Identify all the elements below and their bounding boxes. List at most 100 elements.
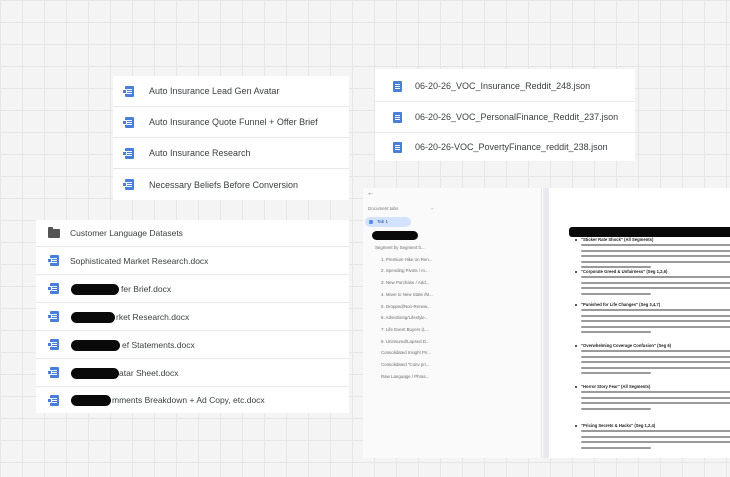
outline-item[interactable]: 5. Dropped/Non-Renew... (381, 304, 431, 309)
text-line (581, 372, 651, 374)
redaction-mark (71, 312, 115, 323)
text-line (581, 325, 730, 328)
json-file-icon (393, 141, 402, 153)
list-item[interactable]: ef Statements.docx (36, 331, 349, 359)
list-item[interactable]: Auto Insurance Lead Gen Avatar (113, 76, 349, 107)
text-line (581, 281, 730, 284)
tab-item[interactable]: Tab 1 (365, 217, 411, 227)
file-name: Auto Insurance Lead Gen Avatar (149, 86, 280, 96)
google-doc-icon (122, 147, 134, 159)
document-page-area: "Sticker Rate Shock" (All Segments) "Corp… (543, 188, 730, 458)
tab-label: Tab 1 (377, 219, 389, 224)
file-name: Necessary Beliefs Before Conversion (149, 179, 299, 190)
google-doc-icon (122, 85, 134, 97)
word-doc-icon (47, 283, 59, 294)
file-name: Auto Insurance Research (149, 148, 251, 158)
file-name: 06-20-26_VOC_PersonalFinance_Reddit_237.… (415, 112, 619, 122)
word-doc-icon (47, 339, 59, 350)
text-line (581, 407, 651, 410)
list-item[interactable]: 06-20-26_VOC_PersonalFinance_Reddit_237.… (375, 102, 635, 133)
text-line (581, 244, 730, 246)
text-line (581, 361, 730, 363)
file-name: Sophisticated Market Research.docx (70, 255, 209, 266)
bullet-heading: "Sticker Rate Shock" (All Segments) (581, 237, 654, 242)
bullet-dot (575, 304, 577, 306)
list-item[interactable]: 06-20-26_VOC_Insurance_Reddit_248.json (375, 71, 635, 102)
text-line (581, 402, 730, 404)
outline-item[interactable]: Segment by Segment b... (375, 245, 425, 250)
folder-icon (48, 226, 60, 238)
outline-item[interactable]: 2. Spending Pivots / In... (381, 268, 429, 273)
outline-menu-icon[interactable]: − (431, 206, 434, 212)
outline-item[interactable]: 7. Life Event Buyers (L... (381, 327, 429, 332)
outline-item[interactable]: Raw Language / Phras... (381, 374, 429, 379)
folder-row[interactable]: Customer Language Datasets (36, 220, 349, 247)
text-line (581, 255, 730, 257)
text-line (581, 366, 730, 369)
json-file-icon (393, 80, 402, 92)
back-arrow-icon[interactable]: ← (367, 190, 374, 197)
outline-item[interactable]: Consolidated Insight Pri... (381, 350, 431, 355)
bullet-heading: "Corporate Greed & Unfairness" (Seg 1,2,… (581, 269, 668, 274)
redaction-mark (372, 231, 418, 240)
bullet-heading: "Punished for Life Changes" (Seg 3,4,7) (581, 302, 661, 307)
word-doc-icon (47, 311, 59, 322)
word-doc-icon (47, 367, 59, 378)
text-line (581, 287, 730, 289)
redaction-mark (71, 395, 111, 406)
list-item[interactable]: Necessary Beliefs Before Conversion (113, 169, 349, 200)
text-line (581, 355, 730, 358)
json-files-card: 06-20-26_VOC_Insurance_Reddit_248.json 0… (375, 69, 635, 161)
bullet-dot (575, 239, 577, 241)
list-item[interactable]: Sophisticated Market Research.docx (36, 247, 349, 275)
file-name: mments Breakdown + Ad Copy, etc.docx (112, 395, 265, 405)
research-docs-card: Auto Insurance Lead Gen Avatar Auto Insu… (113, 76, 349, 200)
outline-item[interactable]: Consolidated "Conv pri... (381, 362, 429, 367)
text-line (581, 391, 730, 393)
text-line (581, 266, 651, 268)
word-doc-icon (47, 255, 59, 266)
list-item[interactable]: 06-20-26-VOC_PovertyFinance_reddit_238.j… (375, 133, 635, 161)
google-doc-icon (122, 179, 134, 190)
outline-header: Document tabs (368, 206, 399, 211)
text-line (581, 430, 730, 432)
file-name: rket Research.docx (116, 311, 190, 322)
bullet-heading: "Pricing Secrets & Hacks" (Seg 1,2,4) (581, 423, 656, 428)
bullet-dot (575, 386, 577, 388)
list-item[interactable]: rket Research.docx (36, 303, 349, 331)
files-card: Customer Language Datasets Sophisticated… (36, 220, 349, 413)
bullet-dot (575, 345, 577, 347)
file-name: atar Sheet.docx (119, 367, 179, 378)
file-name: 06-20-26-VOC_PovertyFinance_reddit_238.j… (415, 142, 608, 152)
redaction-mark (569, 227, 730, 237)
list-item[interactable]: atar Sheet.docx (36, 359, 349, 387)
outline-item[interactable]: 3. New Purchase / Add... (381, 280, 429, 285)
document-outline: ← Document tabs − Tab 1 Segment by Segme… (363, 188, 542, 458)
list-item[interactable]: Auto Insurance Quote Funnel + Offer Brie… (113, 107, 349, 138)
list-item[interactable]: mments Breakdown + Ad Copy, etc.docx (36, 387, 349, 413)
text-line (581, 446, 651, 449)
outline-item[interactable]: 4. Move to New State /M... (381, 292, 433, 297)
text-line (581, 309, 730, 311)
list-item[interactable]: fer Brief.docx (36, 275, 349, 303)
text-line (581, 249, 730, 252)
redaction-mark (71, 340, 120, 351)
text-line (581, 314, 730, 317)
file-name: fer Brief.docx (121, 283, 172, 294)
bullet-dot (575, 271, 577, 273)
text-line (581, 435, 730, 438)
text-line (581, 276, 730, 278)
bullet-heading: "Horror Story Fear" (All Segments) (581, 384, 651, 389)
text-line (581, 396, 730, 399)
bullet-dot (575, 425, 577, 427)
redaction-mark (71, 284, 119, 295)
outline-item[interactable]: 6. Advertising/Lifestyle... (381, 315, 428, 320)
word-doc-icon (47, 394, 59, 406)
outline-item[interactable]: 8. Uninsured/Lapsed D... (381, 339, 430, 344)
bullet-heading: "Overwhelming Coverage Confusion" (Seg 6… (581, 343, 672, 348)
file-name: 06-20-26_VOC_Insurance_Reddit_248.json (415, 81, 591, 91)
file-name: Auto Insurance Quote Funnel + Offer Brie… (149, 117, 318, 127)
text-line (581, 441, 730, 443)
outline-item[interactable]: 1. Premium Hike on Ren... (381, 257, 433, 262)
list-item[interactable]: Auto Insurance Research (113, 138, 349, 169)
